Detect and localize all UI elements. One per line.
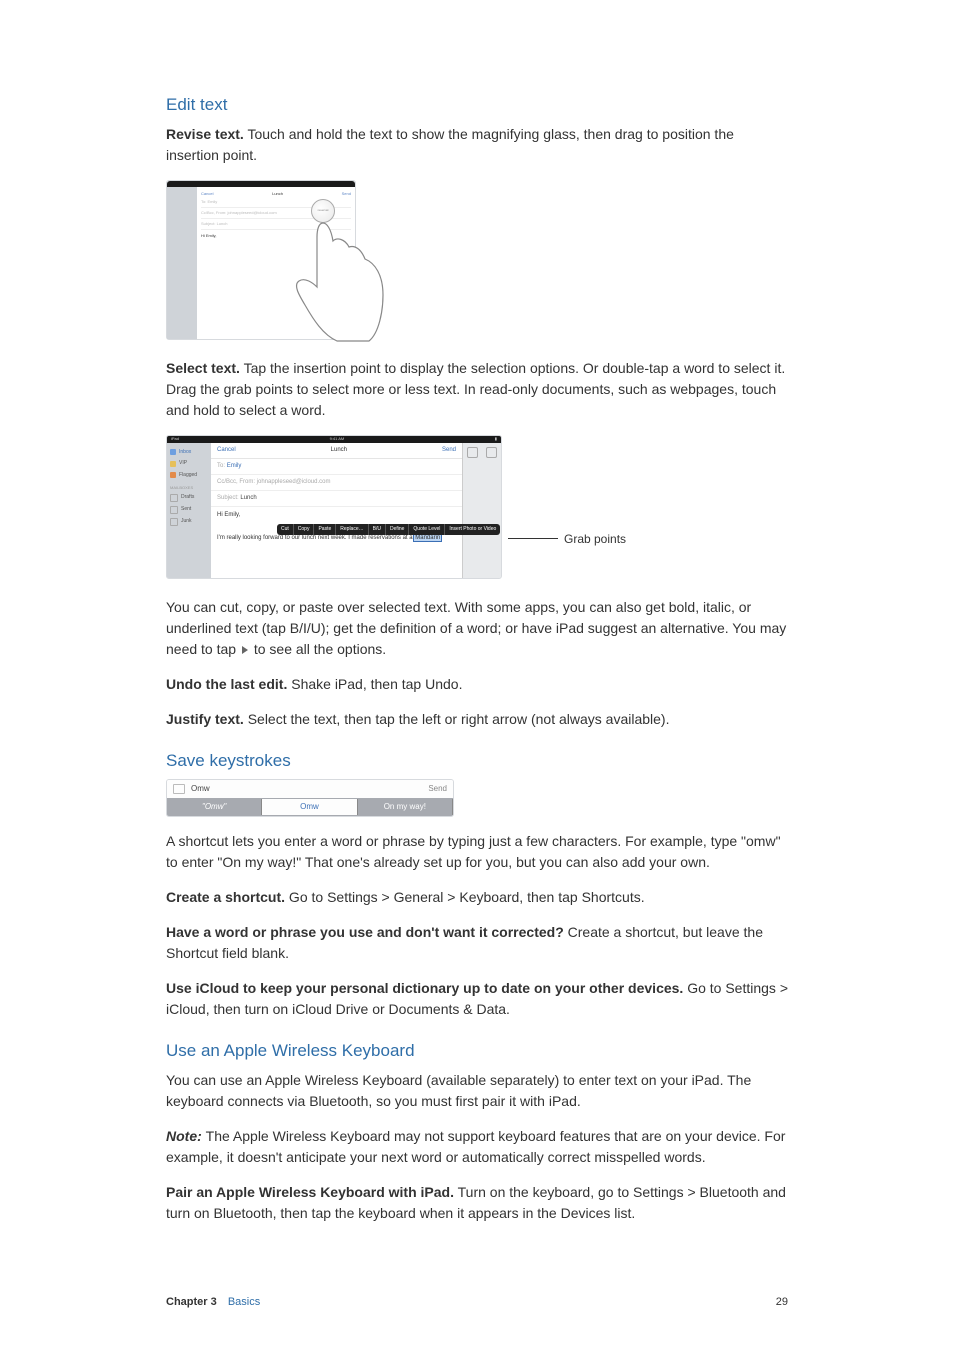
- body-cutcopy-2: to see all the options.: [250, 641, 386, 657]
- body-undo: Shake iPad, then tap Undo.: [287, 676, 462, 692]
- para-pair-keyboard: Pair an Apple Wireless Keyboard with iPa…: [166, 1182, 788, 1224]
- fig2-greeting: Hi Emily,: [217, 511, 456, 520]
- body-revise: Touch and hold the text to show the magn…: [166, 126, 734, 163]
- para-justify: Justify text. Select the text, then tap …: [166, 709, 788, 730]
- footer-chapter: Chapter 3: [166, 1296, 217, 1308]
- para-create-shortcut: Create a shortcut. Go to Settings > Gene…: [166, 887, 788, 908]
- battery-icon: ▮: [495, 436, 497, 442]
- para-icloud-dict: Use iCloud to keep your personal diction…: [166, 978, 788, 1020]
- popover-paste: Paste: [314, 524, 336, 536]
- para-revise-text: Revise text. Touch and hold the text to …: [166, 124, 788, 166]
- fig2-cc: Cc/Bcc, From: johnappleseed@icloud.com: [211, 475, 462, 491]
- figure-magnify-compose: Cancel Lunch Send To: Emily Cc/Bcc, From…: [166, 180, 356, 340]
- popover-replace: Replace…: [336, 524, 368, 536]
- fig3-send: Send: [428, 783, 447, 795]
- lead-create-shortcut: Create a shortcut.: [166, 889, 285, 905]
- popover-insert-photo: Insert Photo or Video: [445, 524, 500, 536]
- lead-undo: Undo the last edit.: [166, 676, 287, 692]
- fig3-sugg-quoted: "Omw": [167, 799, 262, 815]
- lead-justify: Justify text.: [166, 711, 244, 727]
- fig2-to-label: To:: [217, 463, 225, 469]
- para-wireless-intro: You can use an Apple Wireless Keyboard (…: [166, 1070, 788, 1112]
- compose-icon: [486, 447, 497, 458]
- hand-drag-icon: [265, 215, 385, 345]
- fig2-cancel: Cancel: [217, 446, 236, 455]
- sidebar-heading-mailboxes: MAILBOXES: [170, 485, 209, 491]
- lead-pair: Pair an Apple Wireless Keyboard with iPa…: [166, 1184, 454, 1200]
- para-not-correct: Have a word or phrase you use and don't …: [166, 922, 788, 964]
- lead-icloud: Use iCloud to keep your personal diction…: [166, 980, 683, 996]
- para-undo: Undo the last edit. Shake iPad, then tap…: [166, 674, 788, 695]
- sidebar-item-inbox: Inbox: [169, 447, 209, 459]
- sidebar-item-drafts: Drafts: [169, 492, 209, 504]
- sidebar-item-vip: VIP: [169, 458, 209, 470]
- footer-chapter-name: Basics: [228, 1296, 260, 1308]
- body-note: The Apple Wireless Keyboard may not supp…: [166, 1128, 785, 1165]
- fig1-send: Send: [342, 191, 351, 197]
- lead-note: Note:: [166, 1128, 206, 1144]
- fig2-title: Lunch: [331, 446, 347, 455]
- lead-revise: Revise text.: [166, 126, 244, 142]
- popover-copy: Copy: [294, 524, 315, 536]
- heading-save-keystrokes: Save keystrokes: [166, 748, 788, 774]
- fig2-status-left: iPad: [171, 436, 179, 442]
- fig1-cancel: Cancel: [201, 191, 213, 197]
- sidebar-item-sent: Sent: [169, 504, 209, 516]
- lead-select: Select text.: [166, 360, 240, 376]
- heading-wireless-keyboard: Use an Apple Wireless Keyboard: [166, 1038, 788, 1064]
- fig2-selection: Mandarin: [414, 535, 441, 541]
- body-create-shortcut: Go to Settings > General > Keyboard, the…: [285, 889, 645, 905]
- fig2-edit-popover: Cut Copy Paste Replace… B/U Define Quote…: [277, 524, 500, 536]
- popover-biu: B/U: [369, 524, 386, 536]
- fig2-send: Send: [442, 446, 456, 455]
- lead-notcorrect: Have a word or phrase you use and don't …: [166, 924, 564, 940]
- sidebar-item-junk: Junk: [169, 516, 209, 528]
- fig2-body: I'm really looking forward to our lunch …: [217, 535, 414, 541]
- callout-line: [508, 538, 558, 539]
- callout-grab-points: Grab points: [564, 530, 626, 548]
- para-select-text: Select text. Tap the insertion point to …: [166, 358, 788, 421]
- body-justify: Select the text, then tap the left or ri…: [244, 711, 670, 727]
- popover-define: Define: [386, 524, 409, 536]
- fig2-subject-label: Subject:: [217, 495, 239, 501]
- figure-selection-compose: iPad 9:41 AM ▮ Inbox VIP Flagged MAILBOX…: [166, 435, 502, 579]
- fig2-status-time: 9:41 AM: [330, 436, 345, 442]
- footer-page-number: 29: [776, 1294, 788, 1311]
- popover-cut: Cut: [277, 524, 294, 536]
- triangle-right-icon: [242, 646, 248, 654]
- fig3-sugg-mid: Omw: [262, 799, 357, 815]
- fig2-to-val: Emily: [227, 463, 242, 469]
- sidebar-item-flagged: Flagged: [169, 470, 209, 482]
- fig3-input-text: Omw: [191, 783, 210, 795]
- para-shortcut-intro: A shortcut lets you enter a word or phra…: [166, 831, 788, 873]
- body-select: Tap the insertion point to display the s…: [166, 360, 785, 418]
- page-footer: Chapter 3 Basics 29: [166, 1294, 788, 1311]
- para-wireless-note: Note: The Apple Wireless Keyboard may no…: [166, 1126, 788, 1168]
- heading-edit-text: Edit text: [166, 92, 788, 118]
- fig3-sugg-expand: On my way!: [358, 799, 453, 815]
- fig1-title: Lunch: [272, 191, 283, 197]
- figure-shortcut-bar: Omw Send "Omw" Omw On my way!: [166, 779, 454, 817]
- popover-quote: Quote Level: [409, 524, 445, 536]
- camera-icon: [173, 784, 185, 794]
- search-icon: [467, 447, 478, 458]
- fig2-subject-val: Lunch: [240, 495, 256, 501]
- para-cut-copy: You can cut, copy, or paste over selecte…: [166, 597, 788, 660]
- fig2-sidebar: Inbox VIP Flagged MAILBOXES Drafts Sent …: [167, 443, 211, 578]
